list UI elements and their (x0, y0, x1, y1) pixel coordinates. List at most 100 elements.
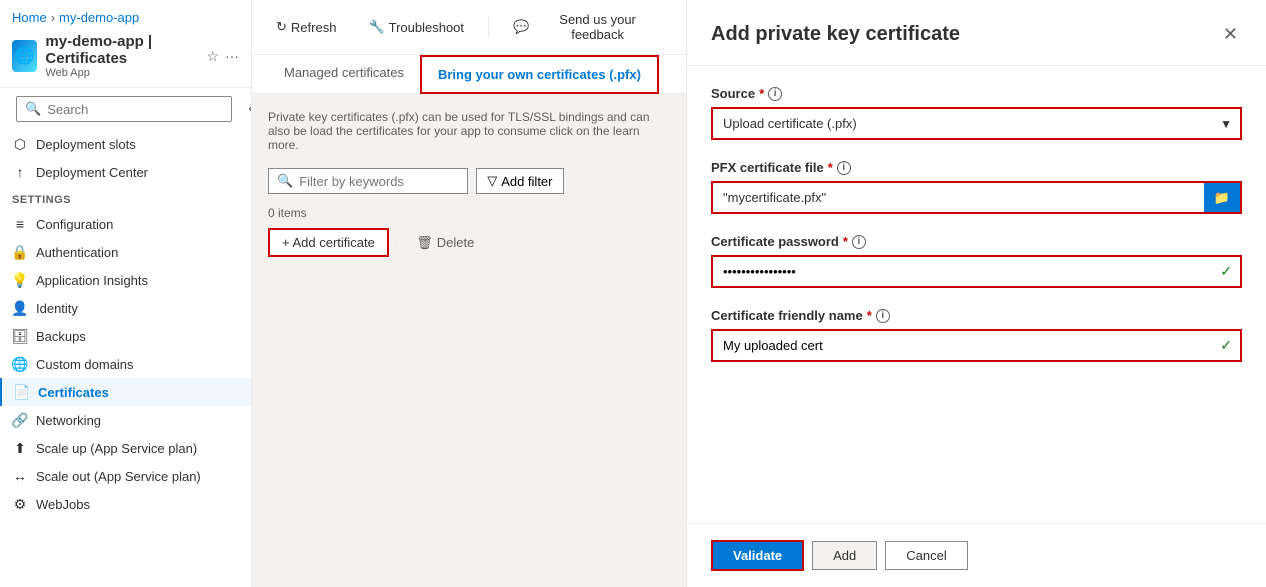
password-required: * (843, 234, 848, 249)
add-filter-label: Add filter (501, 174, 552, 189)
cancel-button[interactable]: Cancel (885, 541, 967, 570)
source-select[interactable]: Upload certificate (.pfx) Import from Ke… (713, 109, 1240, 138)
password-input[interactable] (713, 257, 1212, 286)
panel-header: Add private key certificate ✕ (687, 0, 1266, 66)
friendly-name-input[interactable] (713, 331, 1212, 360)
identity-icon: 👤 (12, 300, 28, 316)
sidebar-item-label: Authentication (36, 245, 118, 260)
search-input[interactable] (47, 102, 223, 117)
pfx-info-icon[interactable]: i (837, 161, 851, 175)
app-title: my-demo-app | Certificates (45, 33, 198, 67)
feedback-label: Send us your feedback (533, 12, 662, 42)
sidebar-item-networking[interactable]: 🔗 Networking (0, 406, 251, 434)
sidebar-item-label: Backups (36, 329, 86, 344)
friendly-name-required: * (867, 308, 872, 323)
password-info-icon[interactable]: i (852, 235, 866, 249)
source-field-group: Source * i Upload certificate (.pfx) Imp… (711, 86, 1242, 140)
delete-icon: 🗑 (416, 235, 433, 251)
sidebar-item-certificates[interactable]: 📄 Certificates (0, 378, 251, 406)
tab-managed-certificates[interactable]: Managed certificates (268, 55, 420, 93)
add-button[interactable]: Add (812, 541, 877, 570)
troubleshoot-label: Troubleshoot (389, 20, 464, 35)
pfx-field-group: PFX certificate file * i 📁 (711, 160, 1242, 214)
troubleshoot-icon: 🔧 (368, 19, 384, 35)
sidebar-item-label: WebJobs (36, 497, 90, 512)
main-content: ↻ Refresh 🔧 Troubleshoot 💬 Send us your … (252, 0, 686, 587)
sidebar-item-configuration[interactable]: ≡ Configuration (0, 210, 251, 238)
collapse-sidebar-button[interactable]: « (244, 96, 252, 122)
sidebar-item-label: Application Insights (36, 273, 148, 288)
sidebar-item-label: Custom domains (36, 357, 134, 372)
panel-body: Source * i Upload certificate (.pfx) Imp… (687, 66, 1266, 523)
deployment-center-icon: ↑ (12, 164, 28, 180)
application-insights-icon: 💡 (12, 272, 28, 288)
sidebar-item-label: Identity (36, 301, 78, 316)
configuration-icon: ≡ (12, 216, 28, 232)
sidebar-item-deployment-slots[interactable]: ⬡ Deployment slots (0, 130, 251, 158)
sidebar-item-identity[interactable]: 👤 Identity (0, 294, 251, 322)
sidebar-item-scale-up[interactable]: ⬆ Scale up (App Service plan) (0, 434, 251, 462)
filter-search-icon: 🔍 (277, 173, 293, 189)
refresh-button[interactable]: ↻ Refresh (268, 15, 344, 39)
sidebar-item-authentication[interactable]: 🔒 Authentication (0, 238, 251, 266)
search-icon: 🔍 (25, 101, 41, 117)
add-certificate-button[interactable]: + Add certificate (268, 228, 389, 257)
sidebar-item-deployment-center[interactable]: ↑ Deployment Center (0, 158, 251, 186)
sidebar-item-scale-out[interactable]: ↔ Scale out (App Service plan) (0, 462, 251, 490)
folder-icon: 📁 (1214, 190, 1230, 206)
panel-close-button[interactable]: ✕ (1219, 20, 1242, 49)
sidebar-header: Home › my-demo-app 🌐 my-demo-app | Certi… (0, 0, 251, 88)
password-label: Certificate password * i (711, 234, 1242, 249)
more-options-icon[interactable]: ··· (225, 48, 239, 64)
app-title-text: my-demo-app | Certificates Web App (45, 33, 198, 79)
authentication-icon: 🔒 (12, 244, 28, 260)
troubleshoot-button[interactable]: 🔧 Troubleshoot (360, 15, 472, 39)
delete-label: Delete (437, 235, 475, 250)
add-filter-button[interactable]: ▽ Add filter (476, 168, 563, 194)
certificates-icon: 📄 (14, 384, 30, 400)
tab-byo-certificates[interactable]: Bring your own certificates (.pfx) (420, 55, 659, 94)
pfx-file-input-wrapper: 📁 (711, 181, 1242, 214)
tabs-container: Managed certificates Bring your own cert… (252, 55, 686, 94)
source-label: Source * i (711, 86, 1242, 101)
panel-title: Add private key certificate (711, 23, 960, 46)
favorite-icon[interactable]: ☆ (206, 48, 219, 65)
source-info-icon[interactable]: i (768, 87, 782, 101)
sidebar-item-backups[interactable]: 🗄 Backups (0, 322, 251, 350)
validate-button[interactable]: Validate (711, 540, 804, 571)
filter-input[interactable] (299, 174, 459, 189)
filter-input-wrapper: 🔍 (268, 168, 468, 194)
search-box: 🔍 (16, 96, 232, 122)
pfx-label: PFX certificate file * i (711, 160, 1242, 175)
friendly-name-check-icon: ✓ (1212, 337, 1240, 354)
toolbar: ↻ Refresh 🔧 Troubleshoot 💬 Send us your … (252, 0, 686, 55)
description-text: Private key certificates (.pfx) can be u… (268, 110, 670, 152)
action-divider: | (393, 235, 400, 250)
add-cert-label: + Add certificate (282, 235, 375, 250)
sidebar-item-label: Scale out (App Service plan) (36, 469, 201, 484)
action-row: + Add certificate | 🗑 Delete (268, 228, 670, 257)
sidebar-item-label: Deployment Center (36, 165, 148, 180)
sidebar: Home › my-demo-app 🌐 my-demo-app | Certi… (0, 0, 252, 587)
settings-section-label: Settings (0, 186, 251, 210)
delete-button[interactable]: 🗑 Delete (404, 230, 486, 256)
sidebar-item-application-insights[interactable]: 💡 Application Insights (0, 266, 251, 294)
scale-out-icon: ↔ (12, 468, 28, 484)
breadcrumb-app[interactable]: my-demo-app (59, 10, 139, 25)
breadcrumb-home[interactable]: Home (12, 10, 47, 25)
sidebar-item-webjobs[interactable]: ⚙ WebJobs (0, 490, 251, 518)
sidebar-item-label: Configuration (36, 217, 113, 232)
backups-icon: 🗄 (12, 328, 28, 344)
password-wrapper: ✓ (711, 255, 1242, 288)
feedback-button[interactable]: 💬 Send us your feedback (505, 8, 670, 46)
feedback-icon: 💬 (513, 19, 529, 35)
sidebar-item-label: Deployment slots (36, 137, 136, 152)
pfx-file-input[interactable] (713, 183, 1204, 212)
pfx-browse-button[interactable]: 📁 (1204, 183, 1240, 212)
custom-domains-icon: 🌐 (12, 356, 28, 372)
add-certificate-panel: Add private key certificate ✕ Source * i… (686, 0, 1266, 587)
friendly-name-label: Certificate friendly name * i (711, 308, 1242, 323)
items-count: 0 items (268, 206, 670, 220)
friendly-name-info-icon[interactable]: i (876, 309, 890, 323)
sidebar-item-custom-domains[interactable]: 🌐 Custom domains (0, 350, 251, 378)
